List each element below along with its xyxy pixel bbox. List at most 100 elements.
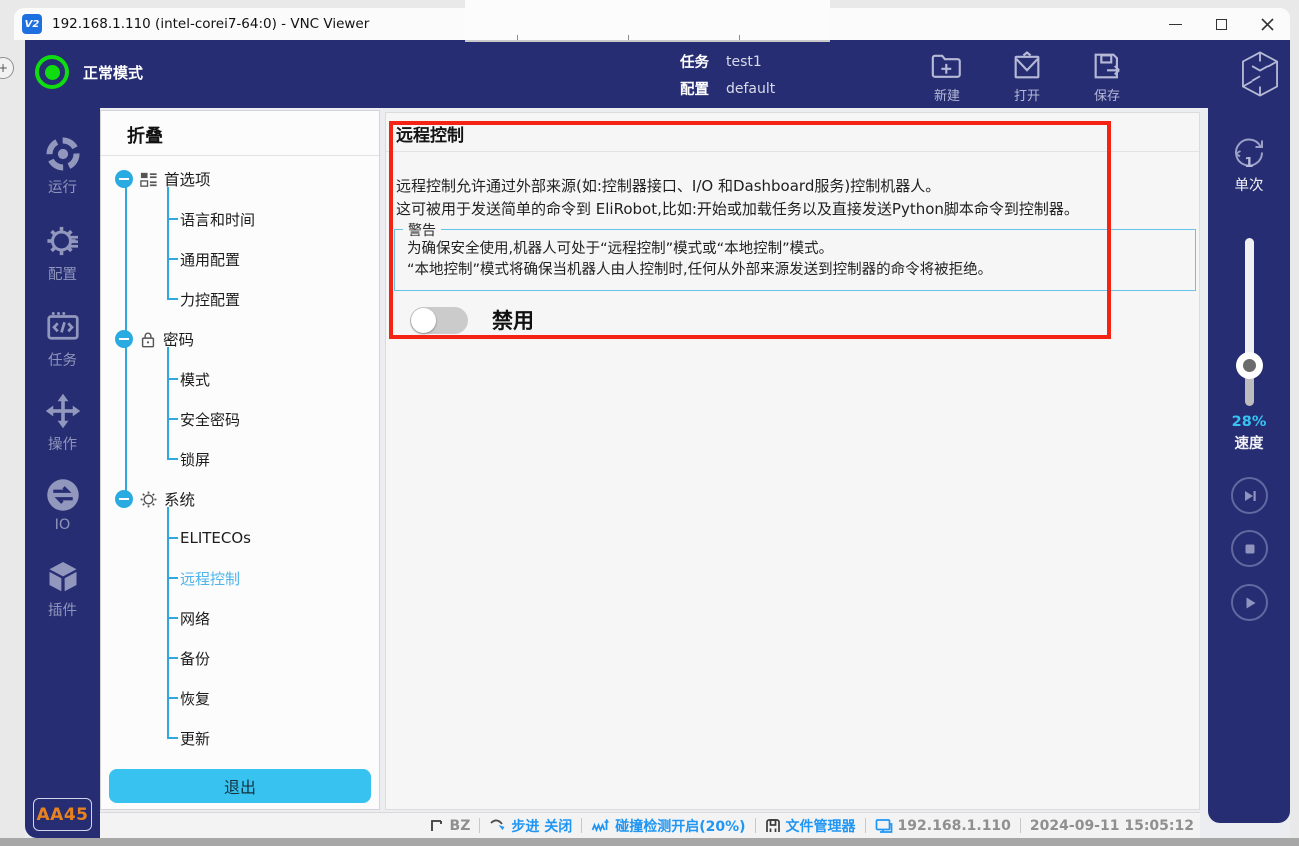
mode-label: 正常模式 xyxy=(83,62,143,83)
tree-item-language-time[interactable]: 语言和时间 xyxy=(167,207,255,231)
page-title: 远程控制 xyxy=(396,121,464,146)
config-value: default xyxy=(726,81,775,97)
io-arrows-icon xyxy=(45,477,81,513)
tree-item-safety-password[interactable]: 安全密码 xyxy=(167,407,240,431)
file-manager-icon xyxy=(765,818,781,834)
tree-group-label: 系统 xyxy=(164,488,195,510)
play-button[interactable] xyxy=(1231,584,1268,621)
config-label: 配置 xyxy=(680,78,726,99)
save-label: 保存 xyxy=(1094,85,1120,104)
task-code-icon xyxy=(45,309,81,345)
tree-item-force-config[interactable]: 力控配置 xyxy=(167,287,240,311)
list-tree-icon xyxy=(139,170,158,189)
collapse-minus-icon[interactable] xyxy=(115,170,133,188)
sidebar-item-label: 操作 xyxy=(48,433,77,454)
warning-box: 警告 为确保安全使用,机器人可处于“远程控制”模式或“本地控制”模式。 “本地控… xyxy=(394,229,1196,291)
path-corner-icon xyxy=(430,818,445,833)
minimize-button[interactable] xyxy=(1152,8,1198,40)
bz-status[interactable]: BZ xyxy=(430,818,471,834)
robot-status[interactable]: 正常模式 xyxy=(35,55,143,89)
desktop-taskbar-strip xyxy=(0,838,1299,846)
operate-move-icon xyxy=(45,393,81,429)
monitor-icon xyxy=(875,818,893,834)
separator xyxy=(581,818,582,833)
tree-item-mode[interactable]: 模式 xyxy=(167,367,210,391)
close-icon xyxy=(1261,18,1274,31)
single-cycle-button[interactable]: 1 xyxy=(1230,132,1268,170)
toggle-state-label: 禁用 xyxy=(492,305,534,335)
task-label: 任务 xyxy=(680,51,726,72)
tree-item-general-config[interactable]: 通用配置 xyxy=(167,247,240,271)
window-title: 192.168.1.110 (intel-corei7-64:0) - VNC … xyxy=(52,16,369,32)
description-line: 这可被用于发送简单的命令到 EliRobot,比如:开始或加载任务以及直接发送P… xyxy=(396,198,1079,221)
description-line: 远程控制允许通过外部来源(如:控制器接口、I/O 和Dashboard服务)控制… xyxy=(396,175,1079,198)
sidebar-item-operate[interactable]: 操作 xyxy=(25,393,100,454)
sidebar-item-run[interactable]: 运行 xyxy=(25,136,100,197)
maximize-button[interactable] xyxy=(1198,8,1244,40)
open-task-button[interactable]: 打开 xyxy=(997,50,1057,104)
vnc-viewer-logo: V2 xyxy=(22,14,42,34)
skip-next-icon xyxy=(1241,487,1259,505)
tree-item-lock-screen[interactable]: 锁屏 xyxy=(167,447,210,471)
close-button[interactable] xyxy=(1244,8,1290,40)
maximize-icon xyxy=(1216,19,1227,30)
tree-branch-line xyxy=(167,187,169,299)
step-forward-button[interactable] xyxy=(1231,477,1268,514)
sidebar-item-label: IO xyxy=(55,517,71,533)
separator xyxy=(755,818,756,833)
step-mode-status[interactable]: 步进 关闭 xyxy=(489,816,572,836)
collision-spring-icon xyxy=(591,818,610,834)
tree-item-remote-control[interactable]: 远程控制 xyxy=(167,566,240,590)
speed-slider-thumb[interactable] xyxy=(1236,352,1263,379)
lock-icon xyxy=(139,330,157,349)
app-header: 正常模式 任务 test1 配置 default 新建 打开 保存 xyxy=(25,40,1290,108)
sidebar-item-io[interactable]: IO xyxy=(25,477,100,533)
remote-control-panel: 远程控制 远程控制允许通过外部来源(如:控制器接口、I/O 和Dashboard… xyxy=(385,112,1200,810)
save-floppy-icon xyxy=(1090,50,1124,82)
sidebar-item-config[interactable]: 配置 xyxy=(25,223,100,284)
sidebar-item-label: 配置 xyxy=(48,263,77,284)
left-sidebar: 运行 配置 任务 操作 xyxy=(25,108,100,838)
sidebar-item-plugin[interactable]: 插件 xyxy=(25,559,100,620)
play-icon xyxy=(1241,594,1259,612)
stop-button[interactable] xyxy=(1231,530,1268,567)
open-envelope-icon xyxy=(1010,50,1044,82)
new-folder-icon xyxy=(930,50,964,82)
brand-button[interactable] xyxy=(1237,49,1283,99)
task-config-meta: 任务 test1 配置 default xyxy=(680,48,775,102)
collapse-header[interactable]: 折叠 xyxy=(127,122,163,148)
collision-detect-status[interactable]: 碰撞检测开启(20%) xyxy=(591,816,745,836)
collapse-minus-icon[interactable] xyxy=(115,330,133,348)
remote-control-toggle[interactable] xyxy=(410,307,468,334)
sidebar-item-task[interactable]: 任务 xyxy=(25,309,100,370)
cube-3d-logo xyxy=(1237,49,1283,99)
settings-tree-panel: 折叠 首选项 语言和时间 通用配置 力控配置 密码 模式 安全密码 锁屏 xyxy=(100,110,380,810)
tree-item-elitecos[interactable]: ELITECOs xyxy=(167,526,251,550)
gear-icon xyxy=(139,490,158,509)
separator xyxy=(479,818,480,833)
status-green-ring-icon xyxy=(35,55,69,89)
tree-item-network[interactable]: 网络 xyxy=(167,606,210,630)
background-dropdown-fragment xyxy=(465,0,830,42)
tree-group-preferences[interactable]: 首选项 xyxy=(115,167,211,191)
tree-item-restore[interactable]: 恢复 xyxy=(167,686,210,710)
tree-group-system[interactable]: 系统 xyxy=(115,487,195,511)
file-manager-button[interactable]: 文件管理器 xyxy=(765,816,856,836)
run-target-icon xyxy=(45,136,81,172)
new-task-button[interactable]: 新建 xyxy=(917,50,977,104)
toggle-knob[interactable] xyxy=(411,308,436,333)
task-value: test1 xyxy=(726,54,762,70)
minimize-icon xyxy=(1169,24,1182,25)
tree-item-backup[interactable]: 备份 xyxy=(167,646,210,670)
warning-line: 为确保安全使用,机器人可处于“远程控制”模式或“本地控制”模式。 xyxy=(407,239,1183,260)
tree-group-password[interactable]: 密码 xyxy=(115,327,194,351)
robot-model-badge: AA45 xyxy=(33,798,92,831)
exit-button[interactable]: 退出 xyxy=(109,769,371,803)
speed-slider-track[interactable] xyxy=(1245,238,1254,406)
collapse-minus-icon[interactable] xyxy=(115,490,133,508)
save-task-button[interactable]: 保存 xyxy=(1077,50,1137,104)
divider xyxy=(101,155,379,156)
divider xyxy=(386,151,1199,152)
separator xyxy=(1020,818,1021,833)
tree-item-update[interactable]: 更新 xyxy=(167,726,210,750)
